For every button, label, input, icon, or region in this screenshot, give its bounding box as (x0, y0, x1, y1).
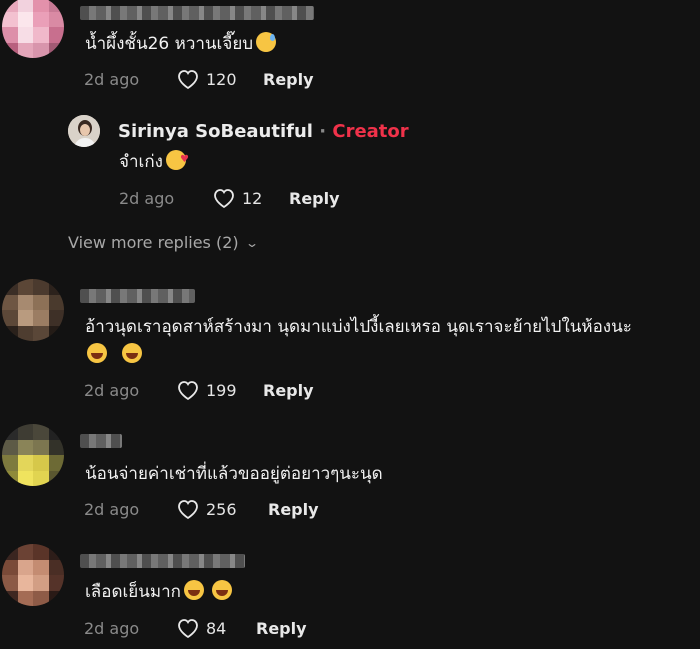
heart-icon (178, 500, 198, 520)
laughing-emoji (183, 580, 204, 600)
reply-button[interactable]: Reply (268, 500, 319, 519)
chevron-down-icon: ⌄ (244, 235, 259, 250)
heart-icon (178, 619, 198, 639)
creator-name[interactable]: Sirinya SoBeautiful (118, 121, 313, 142)
like-button[interactable]: 84 (176, 617, 226, 639)
reply-text: จำเก่ง (119, 146, 189, 176)
laughing-emoji (211, 580, 232, 600)
reply-button[interactable]: Reply (256, 619, 307, 638)
comment-4: เลือดเย็นมาก 2d ago 84 Reply (0, 540, 700, 649)
view-more-replies[interactable]: View more replies (2) ⌄ (68, 233, 259, 252)
reply-date: 2d ago (119, 189, 175, 208)
comment-date: 2d ago (84, 500, 140, 519)
comment-emoji-line (84, 341, 143, 369)
comment-text: อ้าวนุดเราอุดสาห์สร้างมา นุดมาแบ่งไปงี้เ… (85, 317, 632, 337)
username-blurred[interactable] (80, 289, 195, 303)
comment-1: น้ำผึ้งชั้น26 หวานเจี๊ยบ 2d ago 120 Repl… (0, 0, 700, 100)
like-count: 120 (206, 69, 237, 89)
comment-date: 2d ago (84, 619, 140, 638)
comment-3: น้อนจ่ายค่าเช่าที่แล้วขออยู่ต่อยาวๆนะนุด… (0, 420, 700, 530)
avatar[interactable] (2, 424, 64, 486)
comment-text: เลือดเย็นมาก (85, 578, 232, 606)
comment-2: อ้าวนุดเราอุดสาห์สร้างมา นุดมาแบ่งไปงี้เ… (0, 275, 700, 405)
like-count: 84 (206, 618, 227, 638)
creator-name-line: Sirinya SoBeautiful · Creator (118, 121, 409, 142)
laughing-emoji (87, 343, 107, 363)
like-button[interactable]: 199 (176, 379, 237, 401)
creator-avatar[interactable] (68, 115, 100, 147)
separator-dot: · (319, 121, 327, 142)
like-button[interactable]: 12 (212, 187, 262, 209)
smiling-hearts-emoji (165, 146, 189, 174)
comment-date: 2d ago (84, 381, 140, 400)
heart-icon (214, 189, 234, 209)
view-more-label: View more replies (2) (68, 233, 239, 252)
creator-reply: Sirinya SoBeautiful · Creator จำเก่ง 2d … (0, 110, 700, 220)
reply-button[interactable]: Reply (263, 381, 314, 400)
username-blurred[interactable] (80, 554, 245, 568)
creator-badge: Creator (332, 121, 409, 142)
laughing-emoji (122, 343, 143, 363)
like-button[interactable]: 120 (176, 68, 237, 90)
like-count: 256 (206, 499, 237, 519)
like-count: 199 (206, 380, 237, 400)
avatar[interactable] (2, 279, 64, 341)
reply-button[interactable]: Reply (263, 70, 314, 89)
comment-date: 2d ago (84, 70, 140, 89)
avatar[interactable] (2, 0, 64, 58)
heart-icon (178, 70, 198, 90)
reply-button[interactable]: Reply (289, 189, 340, 208)
comment-text: น้อนจ่ายค่าเช่าที่แล้วขออยู่ต่อยาวๆนะนุด (85, 464, 383, 484)
like-button[interactable]: 256 (176, 498, 237, 520)
avatar[interactable] (2, 544, 64, 606)
like-count: 12 (242, 188, 263, 208)
username-blurred[interactable] (80, 6, 314, 20)
creator-photo-icon (68, 115, 100, 147)
grinning-sweat-emoji (256, 32, 277, 52)
heart-icon (178, 381, 198, 401)
username-blurred[interactable] (80, 434, 122, 448)
comment-text: น้ำผึ้งชั้น26 หวานเจี๊ยบ (85, 30, 277, 58)
